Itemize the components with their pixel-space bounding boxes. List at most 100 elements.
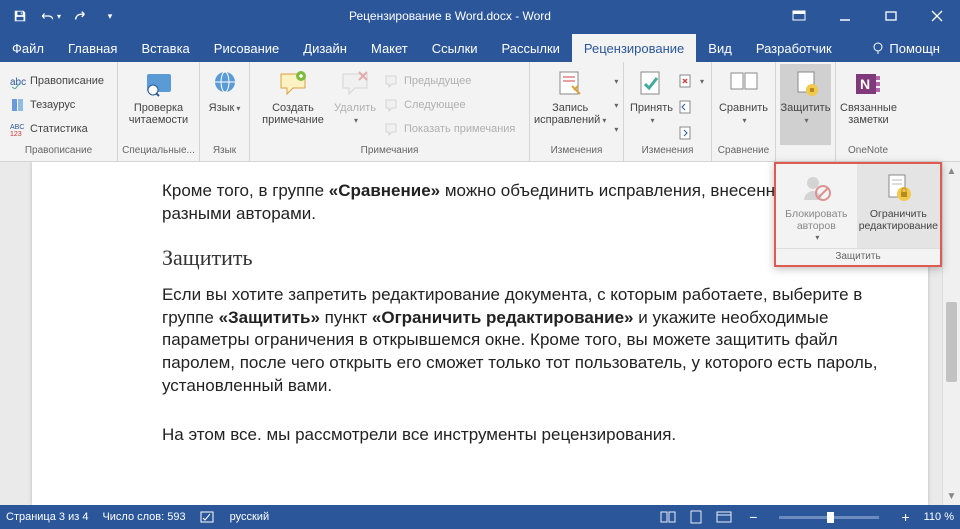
- tab-help[interactable]: Помощн: [859, 34, 952, 62]
- block-authors-icon: [800, 172, 832, 204]
- new-comment-label: Создать примечание: [262, 102, 324, 126]
- thesaurus-button[interactable]: Тезаурус: [6, 94, 108, 116]
- zoom-knob[interactable]: [827, 512, 834, 523]
- prev-change-button[interactable]: [677, 96, 705, 118]
- stats-label: Статистика: [30, 123, 88, 135]
- tab-developer[interactable]: Разработчик: [744, 34, 844, 62]
- print-layout-button[interactable]: [685, 508, 707, 526]
- delete-comment-button[interactable]: Удалить▾: [332, 64, 378, 145]
- group-changes: Принять▾ ▾ Изменения: [624, 62, 712, 161]
- tab-layout[interactable]: Макет: [359, 34, 420, 62]
- track-changes-button[interactable]: Запись исправлений▾: [534, 64, 606, 145]
- tab-review[interactable]: Рецензирование: [572, 34, 696, 62]
- zoom-out-button[interactable]: −: [749, 509, 757, 525]
- lightbulb-icon: [871, 41, 885, 55]
- group-proofing-label: Правописание: [4, 145, 113, 161]
- group-language: Язык▾ Язык: [200, 62, 250, 161]
- window-controls: [776, 0, 960, 32]
- previous-comment-button[interactable]: Предыдущее: [380, 70, 519, 92]
- next-change-button[interactable]: [677, 122, 705, 144]
- tab-draw[interactable]: Рисование: [202, 34, 291, 62]
- tracking-dropdown-2[interactable]: ▾: [608, 94, 622, 116]
- track-label: Запись исправлений▾: [534, 102, 606, 127]
- thesaurus-label: Тезаурус: [30, 99, 75, 111]
- readability-button[interactable]: Проверка читаемости: [122, 64, 195, 145]
- vertical-scrollbar[interactable]: ▲ ▼: [942, 162, 960, 505]
- window-title: Рецензирование в Word.docx - Word: [124, 9, 776, 23]
- title-bar: ▾ ▾ Рецензирование в Word.docx - Word: [0, 0, 960, 32]
- comment-icon: [277, 68, 309, 100]
- close-button[interactable]: [914, 0, 960, 32]
- status-page[interactable]: Страница 3 из 4: [6, 511, 88, 523]
- delete-comment-label: Удалить▾: [334, 102, 376, 127]
- doc-paragraph-2[interactable]: Если вы хотите запретить редактирование …: [162, 284, 888, 399]
- web-layout-button[interactable]: [713, 508, 735, 526]
- undo-button[interactable]: ▾: [36, 3, 64, 29]
- quick-access-toolbar: ▾ ▾: [0, 3, 124, 29]
- restrict-editing-button[interactable]: Ограничить редактирование: [857, 164, 940, 248]
- next-icon: [384, 97, 400, 113]
- onenote-button[interactable]: N Связанные заметки: [840, 64, 897, 145]
- group-protect: Защитить▾: [776, 62, 836, 161]
- zoom-in-button[interactable]: +: [901, 509, 909, 525]
- scroll-down-icon[interactable]: ▼: [943, 487, 960, 505]
- onenote-icon: N: [852, 68, 884, 100]
- group-special: Проверка читаемости Специальные...: [118, 62, 200, 161]
- compare-button[interactable]: Сравнить▾: [716, 64, 771, 145]
- tracking-dropdown-1[interactable]: ▾: [608, 70, 622, 92]
- protect-panel-label: Защитить: [776, 248, 940, 265]
- minimize-button[interactable]: [822, 0, 868, 32]
- block-authors-button[interactable]: Блокировать авторов▾: [776, 164, 857, 248]
- onenote-label: Связанные заметки: [840, 102, 897, 126]
- statistics-button[interactable]: ABC123 Статистика: [6, 118, 108, 140]
- maximize-button[interactable]: [868, 0, 914, 32]
- status-language[interactable]: русский: [230, 511, 269, 523]
- status-proof-icon[interactable]: [200, 510, 216, 524]
- qat-customize[interactable]: ▾: [96, 3, 124, 29]
- save-button[interactable]: [6, 3, 34, 29]
- protect-button[interactable]: Защитить▾: [780, 64, 831, 145]
- language-button[interactable]: Язык▾: [204, 64, 245, 145]
- tab-home[interactable]: Главная: [56, 34, 129, 62]
- group-comments: Создать примечание Удалить▾ Предыдущее С…: [250, 62, 530, 161]
- ribbon-tabs: Файл Главная Вставка Рисование Дизайн Ма…: [0, 32, 960, 62]
- tab-references[interactable]: Ссылки: [420, 34, 490, 62]
- group-tracking: Запись исправлений▾ ▾ ▾ ▾ Изменения: [530, 62, 624, 161]
- doc-paragraph-3[interactable]: На этом все. мы рассмотрели все инструме…: [162, 424, 888, 447]
- prev-label: Предыдущее: [404, 75, 471, 87]
- next-comment-button[interactable]: Следующее: [380, 94, 519, 116]
- readability-icon: [143, 68, 175, 100]
- scroll-up-icon[interactable]: ▲: [943, 162, 960, 180]
- tab-design[interactable]: Дизайн: [291, 34, 359, 62]
- redo-button[interactable]: [66, 3, 94, 29]
- scroll-thumb[interactable]: [946, 302, 957, 382]
- accept-label: Принять▾: [630, 102, 673, 127]
- status-bar: Страница 3 из 4 Число слов: 593 русский …: [0, 505, 960, 529]
- ribbon-options-button[interactable]: [776, 0, 822, 32]
- spelling-button[interactable]: abc Правописание: [6, 70, 108, 92]
- compare-icon: [728, 68, 760, 100]
- delete-comment-icon: [339, 68, 371, 100]
- book-icon: [10, 97, 26, 113]
- compare-label: Сравнить▾: [719, 102, 768, 127]
- tab-view[interactable]: Вид: [696, 34, 744, 62]
- group-compare: Сравнить▾ Сравнение: [712, 62, 776, 161]
- read-mode-button[interactable]: [657, 508, 679, 526]
- reject-button[interactable]: ▾: [677, 70, 705, 92]
- tab-insert[interactable]: Вставка: [129, 34, 201, 62]
- check-icon: abc: [10, 73, 26, 89]
- new-comment-button[interactable]: Создать примечание: [254, 64, 332, 145]
- show-comments-button[interactable]: Показать примечания: [380, 118, 519, 140]
- svg-text:ABC: ABC: [10, 124, 24, 131]
- svg-text:123: 123: [10, 131, 22, 137]
- zoom-level[interactable]: 110 %: [924, 511, 954, 523]
- status-words[interactable]: Число слов: 593: [102, 511, 185, 523]
- tracking-dropdown-3[interactable]: ▾: [608, 118, 622, 140]
- stats-icon: ABC123: [10, 121, 26, 137]
- next-label: Следующее: [404, 99, 466, 111]
- zoom-slider[interactable]: [779, 516, 879, 519]
- tab-file[interactable]: Файл: [0, 34, 56, 62]
- group-onenote-label: OneNote: [840, 145, 896, 161]
- tab-mailings[interactable]: Рассылки: [490, 34, 572, 62]
- accept-button[interactable]: Принять▾: [628, 64, 675, 145]
